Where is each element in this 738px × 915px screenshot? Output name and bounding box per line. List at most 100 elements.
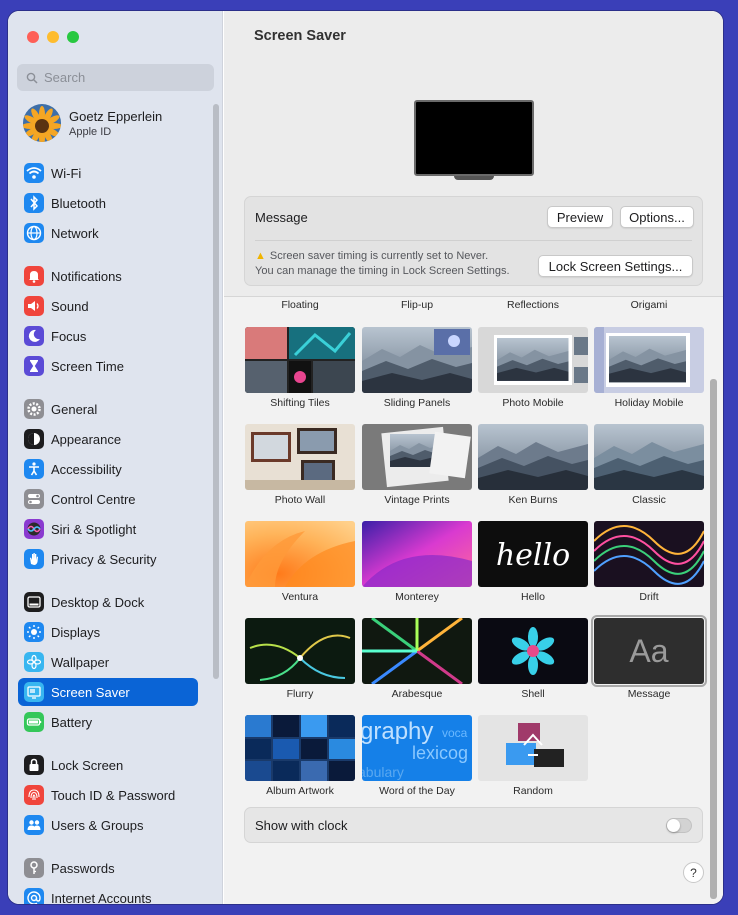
options-button[interactable]: Options... [620,206,694,228]
saver-label: Hello [521,591,545,603]
svg-text:graphy: graphy [362,718,433,745]
svg-text:Aa: Aa [629,633,668,669]
svg-text:hello: hello [496,538,570,573]
sidebar-item-displays[interactable]: Displays [18,618,198,646]
saver-label: Holiday Mobile [614,397,684,409]
sidebar-item-wi-fi[interactable]: Wi-Fi [18,159,198,187]
sidebar-item-label: General [51,401,98,417]
saver-thumbnail-ventura[interactable] [245,521,355,587]
sidebar-item-battery[interactable]: Battery [18,708,198,736]
sidebar-item-lock-screen[interactable]: Lock Screen [18,751,198,779]
sidebar: Search Goetz Epperlein Apple ID Wi-Fi Bl… [8,11,223,904]
saver-thumbnail-vintage-prints[interactable] [362,424,472,490]
sidebar-item-internet-accounts[interactable]: Internet Accounts [18,884,198,904]
timing-warning: ▲ Screen saver timing is currently set to… [255,249,510,279]
siri-icon [24,519,44,539]
gear-icon [24,399,44,419]
preview-button[interactable]: Preview [547,206,613,228]
minimize-window-button[interactable] [47,31,59,43]
sidebar-item-users-groups[interactable]: Users & Groups [18,811,198,839]
saver-thumbnail-hello[interactable]: hello [478,521,588,587]
sidebar-item-wallpaper[interactable]: Wallpaper [18,648,198,676]
sidebar-item-focus[interactable]: Focus [18,322,198,350]
saver-label: Floating [281,299,319,311]
divider [255,240,692,241]
gallery-scrollbar[interactable] [710,379,717,899]
saver-label: Origami [630,299,668,311]
sidebar-item-label: Focus [51,328,87,344]
battery-icon [24,712,44,732]
saver-thumbnail-message[interactable]: Aa [591,615,707,687]
control-centre-icon [24,489,44,509]
close-window-button[interactable] [27,31,39,43]
saver-thumbnail-classic[interactable] [594,424,704,490]
account-name: Goetz Epperlein [69,108,163,124]
saver-thumbnail-word-of-the-day[interactable]: graphy voca lexicog abulary [362,715,472,781]
sidebar-item-siri-spotlight[interactable]: Siri & Spotlight [18,515,198,543]
flower-icon [24,652,44,672]
saver-label: Vintage Prints [384,494,450,506]
saver-label: Flip-up [400,299,434,311]
saver-label: Photo Mobile [502,397,564,409]
sidebar-item-notifications[interactable]: Notifications [18,262,198,290]
sidebar-item-label: Wallpaper [51,654,110,670]
saver-thumbnail-flurry[interactable] [245,618,355,684]
saver-thumbnail-arabesque[interactable] [362,618,472,684]
svg-text:voca: voca [442,726,468,740]
sidebar-item-passwords[interactable]: Passwords [18,854,198,882]
search-input[interactable]: Search [17,64,214,91]
saver-thumbnail-drift[interactable] [594,521,704,587]
saver-thumbnail-photo-mobile[interactable] [478,327,588,393]
at-icon [24,888,44,904]
sidebar-item-label: Screen Saver [51,684,130,700]
sidebar-scrollbar[interactable] [213,104,219,679]
sidebar-item-label: Bluetooth [51,195,106,211]
saver-thumbnail-shell[interactable] [478,618,588,684]
show-with-clock-toggle[interactable] [666,818,692,833]
sun-icon [24,622,44,642]
saver-label: Drift [639,591,659,603]
saver-label: Shell [521,688,545,700]
sidebar-item-bluetooth[interactable]: Bluetooth [18,189,198,217]
main-pane: Screen Saver Message Preview Options... … [224,11,723,904]
sidebar-item-label: Notifications [51,268,122,284]
saver-label: Classic [632,494,666,506]
saver-thumbnail-monterey[interactable] [362,521,472,587]
sidebar-item-appearance[interactable]: Appearance [18,425,198,453]
saver-thumbnail-album-artwork[interactable] [245,715,355,781]
saver-label: Flurry [286,688,314,700]
warning-line-1: Screen saver timing is currently set to … [269,250,489,262]
saver-thumbnail-photo-wall[interactable] [245,424,355,490]
sidebar-item-general[interactable]: General [18,395,198,423]
sidebar-item-desktop-dock[interactable]: Desktop & Dock [18,588,198,616]
saver-label: Monterey [395,591,439,603]
sidebar-item-privacy-security[interactable]: Privacy & Security [18,545,198,573]
sidebar-item-screen-saver[interactable]: Screen Saver [18,678,198,706]
zoom-window-button[interactable] [67,31,79,43]
saver-thumbnail-sliding-panels[interactable] [362,327,472,393]
sidebar-item-label: Wi-Fi [51,165,82,181]
globe-icon [24,223,44,243]
apple-id-account[interactable]: Goetz Epperlein Apple ID [23,104,162,142]
saver-thumbnail-random[interactable] [478,715,588,781]
warning-icon: ▲ [255,250,266,262]
sidebar-item-touch-id-password[interactable]: Touch ID & Password [18,781,198,809]
sidebar-item-sound[interactable]: Sound [18,292,198,320]
sidebar-item-network[interactable]: Network [18,219,198,247]
saver-thumbnail-ken-burns[interactable] [478,424,588,490]
users-icon [24,815,44,835]
saver-label: Reflections [507,299,559,311]
lock-screen-settings-button[interactable]: Lock Screen Settings... [538,255,693,277]
svg-text:abulary: abulary [362,764,404,780]
screen-saver-preview-monitor [414,100,534,176]
sidebar-item-label: Siri & Spotlight [51,521,137,537]
sidebar-item-screen-time[interactable]: Screen Time [18,352,198,380]
sidebar-item-label: Appearance [51,431,122,447]
sidebar-item-accessibility[interactable]: Accessibility [18,455,198,483]
search-icon [26,72,38,84]
help-button[interactable]: ? [683,862,704,883]
saver-thumbnail-shifting-tiles[interactable] [245,327,355,393]
sidebar-item-control-centre[interactable]: Control Centre [18,485,198,513]
saver-thumbnail-holiday-mobile[interactable] [594,327,704,393]
monitor-stand [454,176,494,180]
